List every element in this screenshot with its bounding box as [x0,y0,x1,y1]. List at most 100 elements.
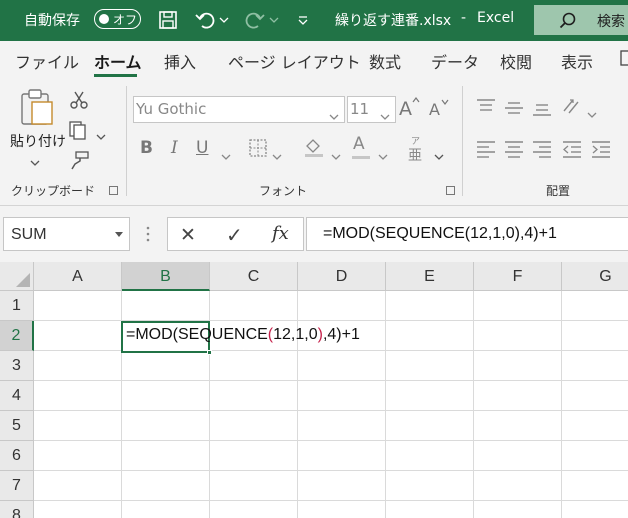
font-name-box[interactable]: Yu Gothic [133,96,345,123]
cell-b4[interactable] [122,381,210,411]
cell-g6[interactable] [562,441,628,471]
cancel-entry-button[interactable]: ✕ [180,224,196,246]
cell-e1[interactable] [386,291,474,321]
copy-dropdown-chevron-icon[interactable] [96,126,106,145]
cell-a3[interactable] [34,351,122,381]
fill-handle[interactable] [207,350,212,355]
align-top-icon[interactable] [475,98,497,118]
tab-page-layout[interactable]: ページ レイアウト [228,49,361,73]
autosave-toggle[interactable]: オフ [94,9,141,29]
cell-e6[interactable] [386,441,474,471]
redo-icon[interactable] [244,8,266,32]
cell-a7[interactable] [34,471,122,501]
column-header-c[interactable]: C [210,262,298,291]
cell-e7[interactable] [386,471,474,501]
cell-g7[interactable] [562,471,628,501]
column-header-f[interactable]: F [474,262,562,291]
align-left-icon[interactable] [475,140,497,162]
cell-c3[interactable] [210,351,298,381]
cell-b8[interactable] [122,501,210,518]
underline-dropdown-chevron-icon[interactable] [221,146,231,165]
decrease-indent-icon[interactable] [561,140,583,162]
cell-b1[interactable] [122,291,210,321]
font-size-box[interactable]: 11 [347,96,396,123]
row-header-1[interactable]: 1 [0,291,34,321]
format-painter-icon[interactable] [68,150,90,174]
cell-e8[interactable] [386,501,474,518]
cell-f6[interactable] [474,441,562,471]
cell-d6[interactable] [298,441,386,471]
column-header-g[interactable]: G [562,262,628,291]
row-header-3[interactable]: 3 [0,351,34,381]
cell-g8[interactable] [562,501,628,518]
cell-e2[interactable] [386,321,474,351]
cell-b6[interactable] [122,441,210,471]
copy-icon[interactable] [68,120,90,144]
cell-b3[interactable] [122,351,210,381]
formula-input[interactable]: =MOD(SEQUENCE(12,1,0),4)+1 [306,217,628,251]
increase-font-size-icon[interactable]: A [398,96,420,122]
cell-a2[interactable] [34,321,122,351]
cell-f7[interactable] [474,471,562,501]
cell-g2[interactable] [562,321,628,351]
tab-home[interactable]: ホーム [94,49,142,73]
cell-f3[interactable] [474,351,562,381]
phonetic-guide-button[interactable]: 亜 [408,145,422,165]
cell-c7[interactable] [210,471,298,501]
fill-color-icon[interactable] [303,136,325,162]
undo-icon[interactable] [194,8,216,32]
cell-g3[interactable] [562,351,628,381]
row-header-7[interactable]: 7 [0,471,34,501]
underline-button[interactable]: U [196,138,208,158]
cell-d3[interactable] [298,351,386,381]
column-header-d[interactable]: D [298,262,386,291]
decrease-font-size-icon[interactable]: A [428,98,450,124]
paste-dropdown-chevron-icon[interactable] [30,152,40,171]
name-box[interactable]: SUM [3,217,130,251]
undo-dropdown-chevron-icon[interactable] [219,8,229,32]
font-launcher-icon[interactable] [446,186,455,195]
cell-a1[interactable] [34,291,122,321]
cell-a6[interactable] [34,441,122,471]
cell-c6[interactable] [210,441,298,471]
cell-f8[interactable] [474,501,562,518]
row-header-6[interactable]: 6 [0,441,34,471]
cell-d8[interactable] [298,501,386,518]
fill-color-dropdown-chevron-icon[interactable] [331,146,341,165]
cell-c1[interactable] [210,291,298,321]
cell-a8[interactable] [34,501,122,518]
font-color-dropdown-chevron-icon[interactable] [378,146,388,165]
cell-a4[interactable] [34,381,122,411]
bold-button[interactable]: B [140,138,153,158]
cell-f4[interactable] [474,381,562,411]
increase-indent-icon[interactable] [590,140,612,162]
insert-function-button[interactable]: fx [272,223,289,244]
cell-g4[interactable] [562,381,628,411]
cell-b7[interactable] [122,471,210,501]
tab-review[interactable]: 校閲 [500,49,532,73]
column-header-e[interactable]: E [386,262,474,291]
column-header-b[interactable]: B [122,262,210,291]
italic-button[interactable]: I [171,138,178,158]
cell-e4[interactable] [386,381,474,411]
search-box[interactable]: 検索 [534,5,628,35]
row-header-2[interactable]: 2 [0,321,34,351]
customize-toolbar-icon[interactable] [297,8,309,32]
tab-overflow[interactable] [620,49,628,71]
cell-c8[interactable] [210,501,298,518]
cell-f2[interactable] [474,321,562,351]
cell-a5[interactable] [34,411,122,441]
align-middle-icon[interactable] [503,100,525,120]
cell-c4[interactable] [210,381,298,411]
cell-c5[interactable] [210,411,298,441]
cell-d7[interactable] [298,471,386,501]
tab-insert[interactable]: 挿入 [164,49,196,73]
row-header-4[interactable]: 4 [0,381,34,411]
orientation-dropdown-chevron-icon[interactable] [587,104,597,123]
save-icon[interactable] [157,8,179,32]
clipboard-launcher-icon[interactable] [109,186,118,195]
row-header-8[interactable]: 8 [0,501,34,518]
select-all-button[interactable] [0,262,34,291]
cell-f1[interactable] [474,291,562,321]
tab-file[interactable]: ファイル [15,49,79,73]
